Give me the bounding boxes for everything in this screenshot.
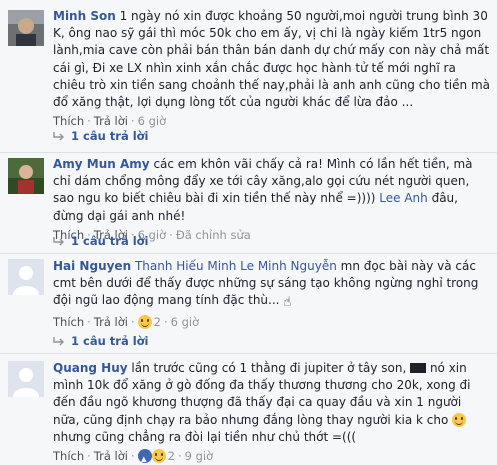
comment-time[interactable]: 6 giờ <box>171 315 200 329</box>
redacted-block <box>410 363 427 373</box>
comment-text: Amy Mun Amy các em khôn vãi chấy cả ra! … <box>53 156 491 225</box>
avatar-placeholder[interactable] <box>8 259 44 295</box>
comment-actions: Thích · Trả lời · 2 · 6 giờ <box>53 314 200 329</box>
comment-author[interactable]: Amy Mun Amy <box>53 157 150 171</box>
reply-link[interactable]: Trả lời <box>94 449 128 463</box>
comment-author[interactable]: Minh Son <box>53 9 116 23</box>
comment-time[interactable]: 9 giờ <box>185 449 214 463</box>
haha-reaction-icon[interactable] <box>151 449 166 464</box>
like-link[interactable]: Thích <box>53 449 84 463</box>
comment-author[interactable]: Hai Nguyen <box>53 259 131 273</box>
comment-feed: Minh Son 1 ngày nó xin được khoảng 50 ng… <box>0 0 497 465</box>
divider <box>0 353 497 354</box>
mention-link[interactable]: Lee Anh <box>379 191 427 205</box>
reply-arrow-icon <box>53 132 64 141</box>
reply-link[interactable]: Trả lời <box>94 315 128 329</box>
comment-text: Quang Huy lần trước cũng có 1 thằng đi j… <box>53 360 491 446</box>
replies-count: 1 câu trả lời <box>71 234 149 248</box>
comment-author[interactable]: Quang Huy <box>53 361 128 375</box>
replies-count: 1 câu trả lời <box>71 334 149 348</box>
comment-text: Hai Nguyen Thanh Hiếu Minh Le Minh Nguyễ… <box>53 258 491 312</box>
mention-link[interactable]: Thanh Hiếu Minh <box>135 259 236 273</box>
reaction-count[interactable]: 2 <box>154 315 161 329</box>
reply-arrow-icon <box>53 337 64 346</box>
view-replies-link[interactable]: 1 câu trả lời <box>53 129 149 143</box>
view-replies-link[interactable]: 1 câu trả lời <box>53 234 149 248</box>
divider <box>0 253 497 254</box>
like-link[interactable]: Thích <box>53 114 84 128</box>
pointing-hand-icon: ☝ <box>283 295 292 311</box>
mention-link[interactable]: Le Minh Nguyễn <box>240 259 337 273</box>
divider <box>0 152 497 153</box>
edited-label[interactable]: Đã chỉnh sửa <box>176 228 251 242</box>
reply-link[interactable]: Trả lời <box>94 114 128 128</box>
haha-reaction-icon[interactable] <box>137 314 152 329</box>
avatar-placeholder[interactable] <box>8 361 44 397</box>
avatar[interactable] <box>8 10 44 46</box>
comment-text: Minh Son 1 ngày nó xin được khoảng 50 ng… <box>53 8 491 111</box>
like-link[interactable]: Thích <box>53 315 84 329</box>
comment-message: 1 ngày nó xin được khoảng 50 người,moi n… <box>53 9 490 110</box>
like-reaction-icon[interactable] <box>137 449 152 465</box>
replies-count: 1 câu trả lời <box>71 129 149 143</box>
view-replies-link[interactable]: 1 câu trả lời <box>53 334 149 348</box>
comment-actions: Thích·Trả lời·2·9 giờ <box>53 448 491 465</box>
smile-emoji-icon <box>452 412 467 427</box>
avatar[interactable] <box>8 158 44 194</box>
comment-time[interactable]: 6 giờ <box>138 114 167 128</box>
reaction-count[interactable]: 2 <box>168 449 175 463</box>
reply-arrow-icon <box>53 237 64 246</box>
comment-message-end: nhưng cũng chẳng ra đòi lại tiền như chủ… <box>53 429 357 444</box>
comment-actions: Thích · Trả lời · 6 giờ <box>53 114 167 129</box>
comment-message: lần trước cũng có 1 thằng đi jupiter ở t… <box>131 361 407 375</box>
